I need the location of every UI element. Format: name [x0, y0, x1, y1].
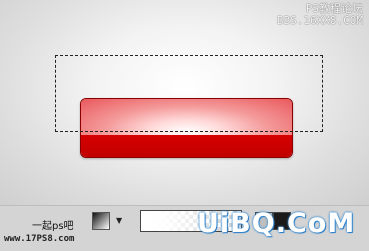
watermark-line-2: BBS.16XX8.COM [276, 14, 363, 27]
brand-watermark: UiBQ.CoM [197, 208, 356, 239]
selection-marquee[interactable] [55, 55, 323, 132]
mode-label: 一起ps吧 [32, 221, 74, 232]
forum-watermark: PS教程论坛 BBS.16XX8.COM [277, 3, 363, 27]
gradient-swatch-icon[interactable] [92, 212, 110, 230]
button-base [81, 135, 292, 157]
site-logo: www.17PS8.com [4, 234, 75, 244]
chevron-down-icon[interactable]: ▼ [116, 216, 122, 225]
